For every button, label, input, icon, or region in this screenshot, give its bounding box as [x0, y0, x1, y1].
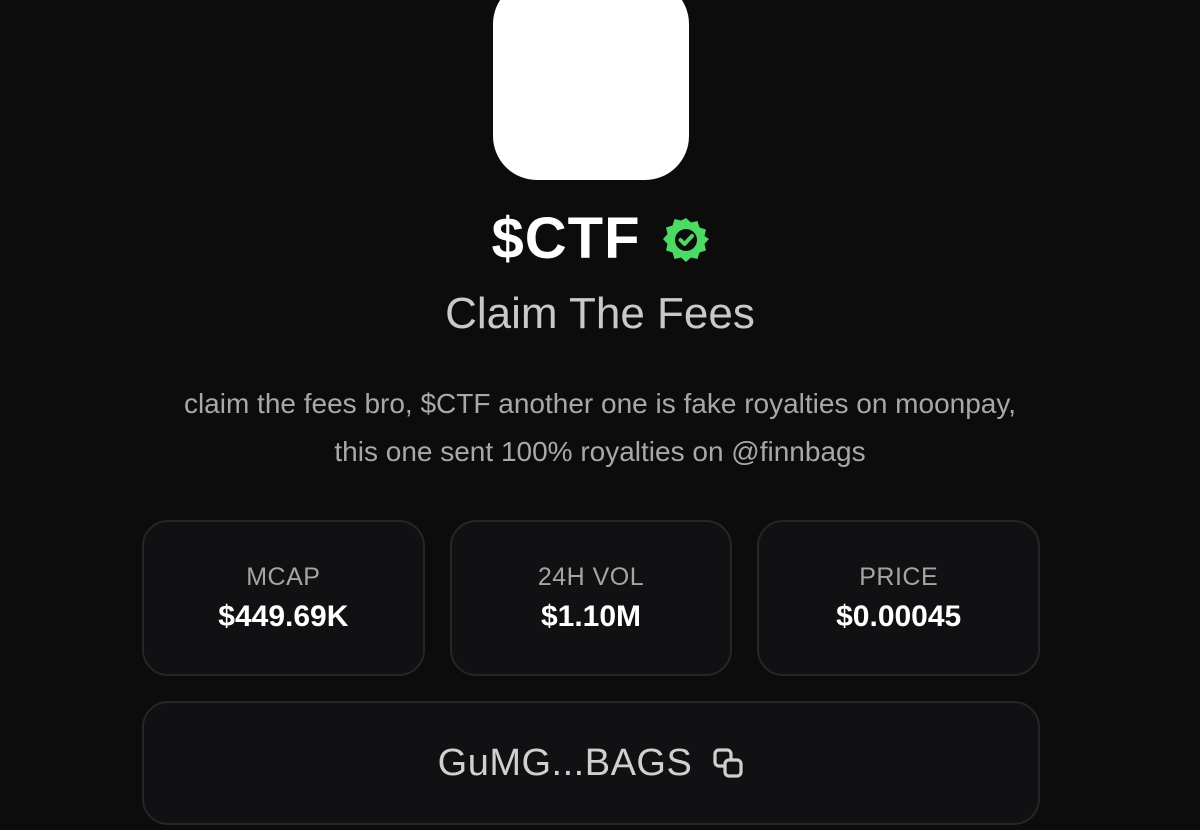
- stat-value: $449.69K: [218, 599, 349, 633]
- stat-value: $0.00045: [836, 599, 962, 633]
- stat-value: $1.10M: [540, 599, 642, 633]
- stat-card-price: PRICE $0.00045: [757, 520, 1041, 676]
- token-name: Claim The Fees: [445, 289, 755, 338]
- stat-label: 24H VOL: [537, 562, 645, 591]
- token-page: $CTF Claim The Fees claim the fees bro, …: [0, 0, 1200, 830]
- token-image: [493, 0, 689, 180]
- copy-icon[interactable]: [712, 747, 744, 779]
- contract-address: GuMG...BAGS: [437, 741, 693, 784]
- contract-address-copy-button[interactable]: GuMG...BAGS: [142, 701, 1040, 825]
- stat-label: PRICE: [859, 562, 939, 591]
- verified-badge-icon: [662, 218, 709, 262]
- stat-card-mcap: MCAP $449.69K: [142, 520, 425, 676]
- token-description: claim the fees bro, $CTF another one is …: [183, 388, 1017, 467]
- token-ticker: $CTF: [491, 206, 641, 271]
- stat-card-volume: 24H VOL $1.10M: [449, 520, 733, 676]
- stats-row: MCAP $449.69K 24H VOL $1.10M PRICE $0.00…: [142, 520, 1041, 676]
- token-title-row: $CTF: [0, 204, 1200, 274]
- stat-label: MCAP: [246, 562, 321, 591]
